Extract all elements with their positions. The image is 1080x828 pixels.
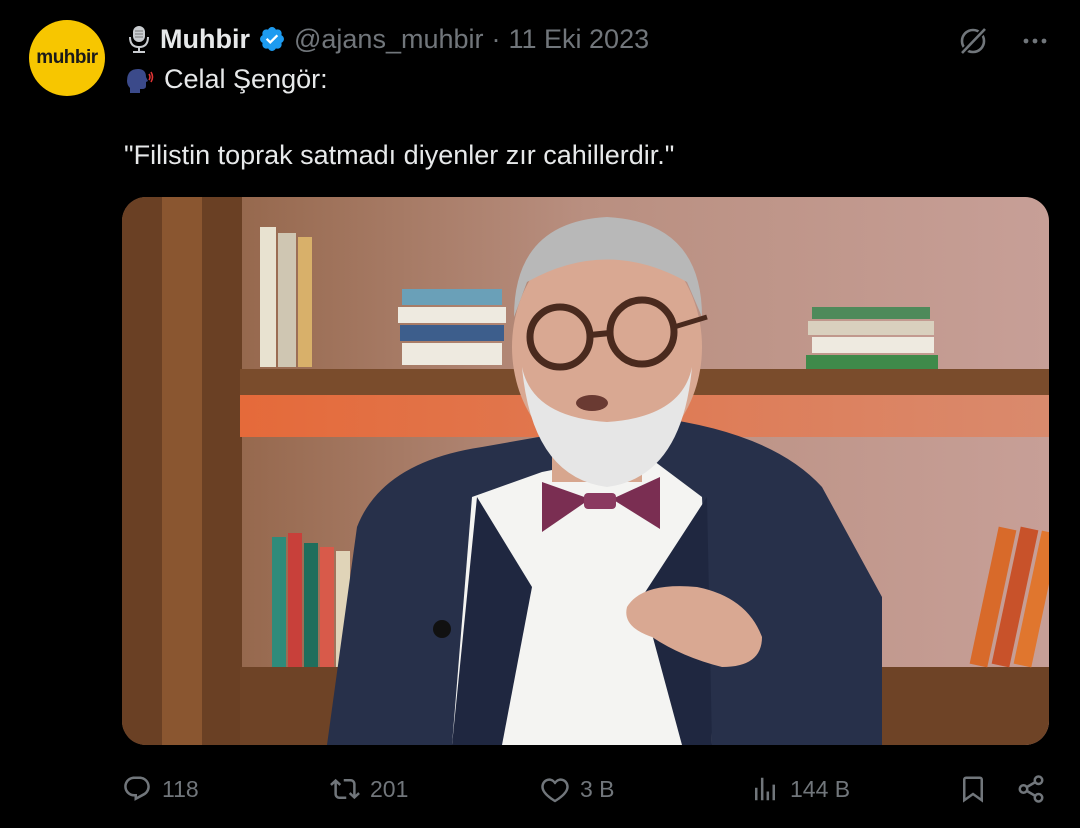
views-count: 144 B [790,775,851,802]
tweet-media-photo[interactable] [122,197,1049,745]
share-icon [1018,775,1044,803]
more-icon[interactable] [1020,26,1050,56]
display-name[interactable]: Muhbir [160,24,250,55]
speaker-line: Celal Şengör: [124,64,328,95]
reply-button[interactable]: 118 [122,766,199,812]
tweet-header: Muhbir @ajans_muhbir · 11 Eki 2023 [126,22,649,56]
repost-count: 201 [370,775,409,802]
avatar-logo-text: muhbir [36,47,98,68]
avatar[interactable]: muhbir [29,20,105,96]
reply-icon [124,776,150,801]
bookmark-icon [963,776,983,803]
grok-icon[interactable] [956,24,990,58]
like-count: 3 B [580,775,615,802]
separator-dot: · [491,23,501,54]
tweet-actions-bar: 118 201 3 B 144 B [0,766,1080,812]
views-button[interactable]: 144 B [750,766,850,812]
like-icon [541,778,569,803]
speaker-text: Celal Şengör: [164,64,328,94]
speaking-head-icon [127,68,154,93]
like-button[interactable]: 3 B [540,766,615,812]
photo-of-speaker-in-studio [122,197,1049,745]
tweet-text: "Filistin toprak satmadı diyenler zır ca… [124,140,675,170]
top-right-actions [956,24,1050,58]
views-icon [755,777,775,801]
bookmark-button[interactable] [958,766,988,812]
reply-count: 118 [162,775,199,802]
verified-icon[interactable] [258,25,286,53]
handle[interactable]: @ajans_muhbir [294,24,484,55]
tweet-date[interactable]: 11 Eki 2023 [509,24,650,55]
share-button[interactable] [1016,766,1046,812]
repost-icon [330,778,360,800]
microphone-icon [129,26,149,53]
repost-button[interactable]: 201 [330,766,408,812]
